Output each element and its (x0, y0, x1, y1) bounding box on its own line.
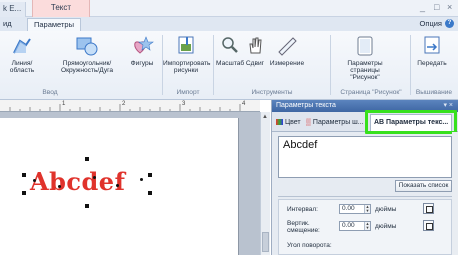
page-params-label: Параметры страницы "Рисунок" (347, 60, 383, 81)
selection-handle[interactable] (85, 157, 89, 161)
shapes-button[interactable]: Фигуры (127, 35, 157, 67)
import-images-button[interactable]: Импортировать рисунки (163, 35, 211, 74)
tab-parameters[interactable]: Параметры (27, 18, 81, 31)
ruler-ticks (9, 104, 241, 111)
rectangle-circle-icon (58, 35, 116, 57)
vertical-shift-label: Вертик. смещение: (287, 220, 320, 234)
text-properties: Интервал: 0.00 ▲ ▼ дюймы Вертик. смещение… (278, 199, 452, 255)
group-separator (213, 35, 214, 95)
spinner-icon[interactable]: ▲ ▼ (364, 205, 370, 213)
interval-label: Интервал: (287, 206, 318, 213)
line-area-label: Линия/область (9, 60, 35, 74)
vertical-shift-input[interactable]: 0.00 ▲ ▼ (339, 221, 371, 231)
magnifier-icon (216, 35, 244, 57)
horizontal-ruler: 1 2 3 4 (0, 100, 260, 112)
group-label-page: Страница "Рисунок" (340, 89, 402, 96)
transfer-icon (412, 35, 452, 57)
text-node[interactable] (33, 179, 36, 182)
ruler-label: 3 (182, 101, 186, 107)
ribbon-tabs: ид Параметры Опция ? (0, 17, 458, 31)
rotation-label: Угол поворота: (287, 242, 332, 249)
selection-handle[interactable] (148, 173, 152, 177)
interval-apply-icon[interactable] (423, 203, 434, 214)
group-label-embroidery: Вышивание (415, 89, 453, 96)
measure-button[interactable]: Измерение (268, 35, 306, 67)
ribbon: Линия/область Прямоугольник/ Окружность/… (0, 31, 458, 100)
selection-handle[interactable] (22, 173, 26, 177)
transfer-button[interactable]: Передать (412, 35, 452, 67)
rectangle-circle-arc-button[interactable]: Прямоугольник/ Окружность/Дуга (58, 35, 116, 74)
text-node[interactable] (116, 184, 119, 187)
import-images-label: Импортировать рисунки (163, 60, 211, 74)
design-canvas[interactable]: Abcdef (0, 112, 260, 255)
scroll-thumb[interactable] (262, 232, 269, 252)
shapes-label: Фигуры (130, 60, 154, 67)
heart-star-icon (127, 35, 157, 57)
highlight-box (365, 110, 457, 134)
vertical-shift-unit: дюймы (375, 223, 397, 230)
transfer-label: Передать (417, 60, 447, 67)
zoom-button[interactable]: Масштаб (216, 35, 244, 67)
divider (278, 196, 452, 197)
pan-label: Сдвиг (245, 60, 265, 67)
text-node[interactable] (58, 185, 61, 188)
maximize-button[interactable]: □ (434, 2, 439, 12)
design-page[interactable]: Abcdef (0, 118, 239, 255)
panel-title-text: Параметры текста (276, 102, 336, 109)
spinner-icon[interactable]: ▲ ▼ (364, 222, 370, 230)
text-input[interactable]: Abcdef (278, 136, 452, 178)
ruler-label: 4 (242, 101, 246, 107)
tab-stitch-params[interactable]: ▒ Параметры ш... (306, 116, 364, 130)
line-area-icon (2, 35, 42, 57)
page-params-button[interactable]: Параметры страницы "Рисунок" (337, 35, 393, 81)
import-image-icon (163, 35, 209, 57)
minimize-button[interactable]: _ (420, 2, 425, 12)
pan-button[interactable]: Сдвиг (244, 35, 266, 67)
selection-handle[interactable] (22, 191, 26, 195)
zoom-label: Масштаб (216, 60, 245, 67)
text-node[interactable] (140, 178, 143, 181)
context-tab-text[interactable]: Текст (32, 0, 90, 17)
text-attributes-panel: Параметры текста ▾ × Цвет ▒ Параметры ш.… (271, 100, 458, 255)
color-icon (276, 119, 283, 126)
window-tab[interactable]: k E... (0, 2, 26, 17)
tab-color[interactable]: Цвет (276, 116, 301, 130)
interval-unit: дюймы (375, 206, 397, 213)
measure-label: Измерение (269, 60, 305, 67)
rectangle-circle-arc-label: Прямоугольник/ Окружность/Дуга (60, 60, 114, 74)
interval-input[interactable]: 0.00 ▲ ▼ (339, 204, 371, 214)
options-menu[interactable]: Опция (420, 19, 442, 28)
vertical-shift-value: 0.00 (342, 222, 355, 229)
text-node[interactable] (93, 176, 96, 179)
group-label-import: Импорт (176, 89, 200, 96)
tab-home[interactable]: ид (3, 18, 12, 31)
group-separator (330, 35, 331, 95)
help-icon[interactable]: ? (445, 19, 454, 28)
line-area-button[interactable]: Линия/область (2, 35, 42, 74)
canvas-vertical-scrollbar[interactable]: ▲ (260, 112, 270, 255)
ruler-icon (268, 35, 306, 57)
stitch-icon: ▒ (306, 119, 311, 126)
panel-scrollbar[interactable] (452, 132, 458, 255)
hand-icon (244, 35, 266, 57)
group-label-input: Ввод (42, 89, 58, 96)
scroll-up-icon[interactable]: ▲ (262, 114, 268, 120)
tab-stitch-label: Параметры ш... (312, 119, 364, 126)
tab-color-label: Цвет (284, 119, 301, 126)
group-separator (410, 35, 411, 95)
ruler-label: 1 (62, 101, 66, 107)
canvas-text-object[interactable]: Abcdef (30, 167, 125, 196)
page-icon (337, 35, 393, 57)
vertical-shift-apply-icon[interactable] (423, 220, 434, 231)
selection-handle[interactable] (148, 191, 152, 195)
show-list-button[interactable]: Показать список (395, 180, 452, 192)
title-bar: k E... Текст _ □ × (0, 0, 458, 17)
selection-handle[interactable] (85, 204, 89, 208)
interval-value: 0.00 (342, 205, 355, 212)
group-label-tools: Инструменты (251, 89, 293, 96)
close-button[interactable]: × (447, 2, 452, 12)
ruler-label: 2 (122, 101, 126, 107)
